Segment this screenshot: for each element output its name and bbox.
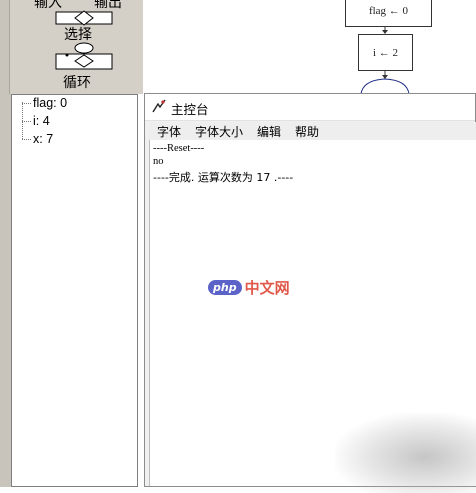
- loop-block-icon[interactable]: [55, 42, 113, 72]
- watermark-badge: php: [208, 280, 242, 295]
- tree-item-i[interactable]: i: 4: [33, 114, 50, 128]
- flowchart-assign-i[interactable]: i ← 2: [358, 34, 413, 71]
- left-edge-strip: [0, 94, 11, 487]
- tree-connector: [22, 139, 31, 140]
- console-window: 主控台 字体 字体大小 编辑 帮助 ----Reset---- no ----完…: [144, 93, 476, 493]
- palette-scroll-strip: [0, 0, 10, 94]
- output-line-complete: ----完成. 运算次数为 17 .----: [153, 171, 294, 184]
- palette-select-label[interactable]: 选择: [64, 24, 92, 44]
- palette-loop-label[interactable]: 循环: [63, 72, 91, 92]
- tree-connector: [22, 103, 31, 104]
- console-title: 主控台: [171, 103, 209, 117]
- menu-help[interactable]: 帮助: [295, 123, 319, 140]
- console-titlebar[interactable]: 主控台: [145, 94, 475, 121]
- output-line-reset: ----Reset----: [153, 143, 205, 154]
- menu-edit[interactable]: 编辑: [257, 123, 281, 140]
- flowchart-assign-flag[interactable]: flag ← 0: [345, 0, 432, 27]
- tree-item-x[interactable]: x: 7: [33, 132, 53, 146]
- watermark-logo: php 中文网: [208, 277, 290, 298]
- console-output[interactable]: ----Reset---- no ----完成. 运算次数为 17 .---- …: [149, 140, 476, 493]
- tree-connector: [22, 121, 31, 122]
- watermark-text: 中文网: [244, 279, 290, 297]
- console-app-icon: [152, 99, 166, 113]
- menu-font[interactable]: 字体: [157, 123, 181, 140]
- blurred-region: [335, 413, 476, 493]
- tool-palette: 输入 输出 选择 循环: [0, 0, 144, 94]
- flowchart-canvas[interactable]: flag ← 0 i ← 2: [143, 0, 476, 94]
- variable-tree[interactable]: flag: 0 i: 4 x: 7: [11, 94, 138, 487]
- tree-item-flag[interactable]: flag: 0: [33, 96, 67, 110]
- output-line-result: no: [153, 156, 164, 167]
- menu-font-size[interactable]: 字体大小: [195, 123, 243, 140]
- console-menubar: 字体 字体大小 编辑 帮助: [149, 122, 476, 141]
